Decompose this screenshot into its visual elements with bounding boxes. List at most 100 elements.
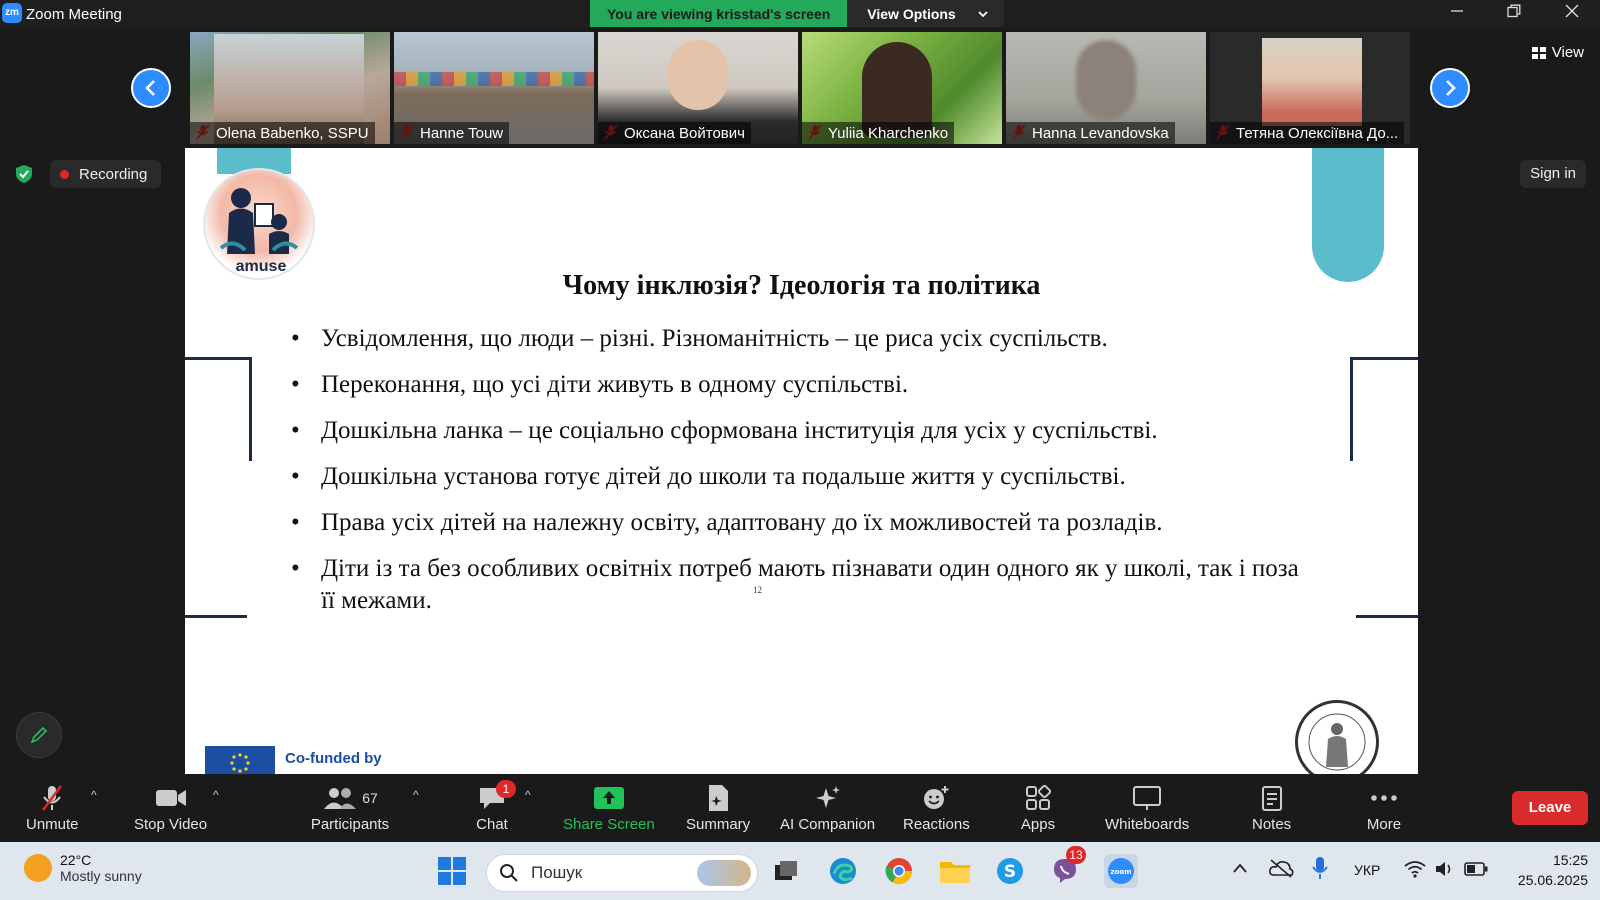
stop-video-label: Stop Video xyxy=(134,816,208,833)
summary-button[interactable]: Summary xyxy=(686,782,750,833)
zoom-app-icon: zm xyxy=(2,3,22,23)
clock-time[interactable]: 15:25 xyxy=(1530,852,1588,868)
audio-options-caret-icon[interactable]: ^ xyxy=(91,788,97,802)
reactions-button[interactable]: Reactions xyxy=(903,782,970,833)
taskbar-search[interactable]: Пошук xyxy=(486,854,758,892)
clock-date[interactable]: 25.06.2025 xyxy=(1508,872,1588,888)
participant-tile[interactable]: Hanna Levandovska xyxy=(1006,32,1206,144)
chevron-down-icon xyxy=(978,10,988,17)
sign-in-button[interactable]: Sign in xyxy=(1520,160,1586,188)
minimize-icon xyxy=(1451,10,1463,12)
viber-app-button[interactable]: 13 xyxy=(1048,846,1086,888)
sun-cloud-icon xyxy=(24,854,52,882)
view-options-label: View Options xyxy=(867,5,956,22)
slide-page-number: 12 xyxy=(753,585,762,595)
share-screen-label: Share Screen xyxy=(563,816,655,833)
summary-label: Summary xyxy=(686,816,751,833)
wifi-icon[interactable] xyxy=(1404,860,1426,878)
share-banner: You are viewing krisstad's screen View O… xyxy=(590,0,1004,27)
speaker-icon[interactable] xyxy=(1434,860,1456,878)
share-screen-button[interactable]: Share Screen xyxy=(563,782,655,833)
navy-bracket-right xyxy=(1350,357,1418,461)
video-options-caret-icon[interactable]: ^ xyxy=(213,788,219,802)
more-button[interactable]: More xyxy=(1366,782,1402,833)
cloud-offline-icon[interactable] xyxy=(1268,858,1294,878)
participant-name: Yuliia Kharchenko xyxy=(802,122,955,144)
chevron-left-icon xyxy=(145,80,155,96)
chevron-right-icon xyxy=(1446,80,1456,96)
recording-dot-icon xyxy=(60,169,69,179)
battery-icon[interactable] xyxy=(1464,862,1488,876)
muted-mic-icon xyxy=(42,785,63,811)
task-view-button[interactable] xyxy=(769,854,803,888)
chrome-app-button[interactable] xyxy=(882,854,916,888)
file-explorer-button[interactable] xyxy=(938,854,972,888)
zoom-app-button[interactable]: zoom xyxy=(1104,854,1138,888)
chat-options-caret-icon[interactable]: ^ xyxy=(525,788,531,802)
grid-view-icon xyxy=(1531,46,1546,59)
gallery-prev-button[interactable] xyxy=(131,68,171,108)
svg-text:zoom: zoom xyxy=(1111,868,1132,876)
amuse-logo: amuse xyxy=(203,168,315,280)
windows-start-button[interactable] xyxy=(435,854,469,888)
participant-tile[interactable]: Yuliia Kharchenko xyxy=(802,32,1002,144)
apps-label: Apps xyxy=(1020,816,1056,833)
ai-companion-button[interactable]: AI Companion xyxy=(780,782,875,833)
profile-photo xyxy=(1262,38,1362,126)
notes-icon xyxy=(1261,786,1282,811)
cofunded-text: Co-funded by xyxy=(285,750,382,767)
windows-taskbar: 22°C Mostly sunny Пошук S 13 zoom УКР 15… xyxy=(0,842,1600,900)
zoom-window: zm Zoom Meeting You are viewing krisstad… xyxy=(0,0,1600,900)
notes-button[interactable]: Notes xyxy=(1252,782,1291,833)
whiteboards-button[interactable]: Whiteboards xyxy=(1105,782,1189,833)
unmute-button[interactable]: Unmute xyxy=(26,782,79,833)
temperature: 22°C xyxy=(60,852,92,868)
participant-name: Hanna Levandovska xyxy=(1006,122,1175,144)
weather-widget[interactable]: 22°C Mostly sunny xyxy=(24,852,142,884)
apps-button[interactable]: Apps xyxy=(1020,782,1056,833)
participant-tile[interactable]: Тетяна Олексіївна До... xyxy=(1210,32,1410,144)
chevron-up-icon[interactable] xyxy=(1232,862,1248,874)
minimize-button[interactable] xyxy=(1446,3,1468,25)
restore-button[interactable] xyxy=(1503,3,1525,25)
participants-label: Participants xyxy=(310,816,390,833)
video-frame xyxy=(668,40,728,110)
viber-notification-badge: 13 xyxy=(1066,846,1086,864)
participant-name: Тетяна Олексіївна До... xyxy=(1210,122,1405,144)
smiley-plus-icon xyxy=(924,786,949,809)
gallery-next-button[interactable] xyxy=(1430,68,1470,108)
title-bar: zm Zoom Meeting You are viewing krisstad… xyxy=(0,0,1600,28)
close-window-button[interactable] xyxy=(1561,3,1583,25)
bullet-list: Усвідомлення, що люди – різні. Різномані… xyxy=(291,323,1301,631)
eu-cofunded-logo: Co-funded by xyxy=(205,746,382,774)
meeting-toolbar: Unmute ^ Stop Video ^ 67 Participants ^ … xyxy=(0,776,1600,842)
restore-icon xyxy=(1507,4,1521,18)
participant-name: Hanne Touw xyxy=(394,122,510,144)
participants-button[interactable]: 67 Participants xyxy=(310,782,390,833)
shield-check-icon[interactable] xyxy=(14,164,34,184)
edge-app-button[interactable] xyxy=(826,854,860,888)
annotate-button[interactable] xyxy=(16,712,62,758)
chat-button[interactable]: 1 Chat xyxy=(474,780,516,833)
skype-app-button[interactable]: S xyxy=(993,854,1027,888)
ai-companion-label: AI Companion xyxy=(780,816,876,833)
microphone-icon[interactable] xyxy=(1312,856,1328,880)
participant-tile[interactable]: Olena Babenko, SSPU xyxy=(190,32,390,144)
participants-options-caret-icon[interactable]: ^ xyxy=(413,788,419,802)
video-camera-icon xyxy=(155,790,186,806)
teal-decoration-right xyxy=(1312,148,1384,282)
leave-button[interactable]: Leave xyxy=(1512,791,1588,825)
zoom-logo-icon: zoom xyxy=(1108,858,1134,884)
view-options-button[interactable]: View Options xyxy=(847,0,1004,27)
view-button[interactable]: View xyxy=(1531,44,1584,61)
whiteboards-label: Whiteboards xyxy=(1105,816,1190,833)
recording-indicator[interactable]: Recording xyxy=(50,160,162,188)
more-dots-icon xyxy=(1371,795,1397,801)
bullet-item: Діти із та без особливих освітніх потреб… xyxy=(291,553,1301,617)
participant-tile[interactable]: Оксана Войтович xyxy=(598,32,798,144)
participant-tile[interactable]: Hanne Touw xyxy=(394,32,594,144)
stop-video-button[interactable]: Stop Video xyxy=(134,782,207,833)
input-language[interactable]: УКР xyxy=(1354,862,1380,878)
reactions-label: Reactions xyxy=(903,816,970,833)
weather-condition: Mostly sunny xyxy=(60,868,142,884)
